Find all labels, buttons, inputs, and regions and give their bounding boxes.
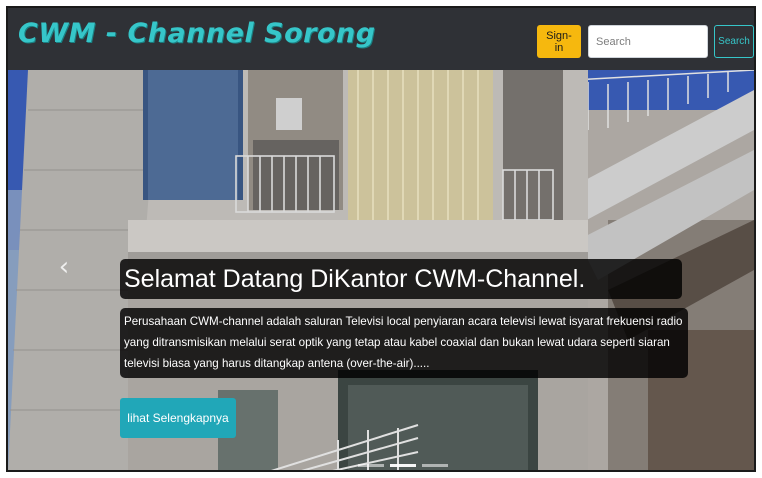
carousel-indicator[interactable] bbox=[358, 464, 384, 467]
brand-logo[interactable]: CWM - Channel Sorong bbox=[18, 18, 376, 49]
carousel-description: Perusahaan CWM-channel adalah saluran Te… bbox=[120, 308, 688, 378]
search-button[interactable]: Search bbox=[714, 25, 754, 58]
carousel-indicator[interactable] bbox=[422, 464, 448, 467]
hero-carousel: ‹ Selamat Datang DiKantor CWM-Channel. P… bbox=[8, 70, 754, 470]
search-input[interactable] bbox=[588, 25, 708, 58]
navbar: CWM - Channel Sorong Sign-in Search bbox=[8, 8, 754, 70]
browser-frame: CWM - Channel Sorong Sign-in Search Sear… bbox=[6, 6, 756, 472]
carousel-indicators bbox=[358, 464, 448, 467]
read-more-button[interactable]: lihat Selengkapnya bbox=[120, 398, 236, 438]
sign-in-button[interactable]: Sign-in bbox=[537, 25, 581, 58]
carousel-indicator[interactable] bbox=[390, 464, 416, 467]
chevron-left-icon: ‹ bbox=[58, 252, 70, 282]
carousel-title: Selamat Datang DiKantor CWM-Channel. bbox=[120, 259, 682, 299]
carousel-prev-button[interactable]: ‹ bbox=[52, 252, 76, 282]
